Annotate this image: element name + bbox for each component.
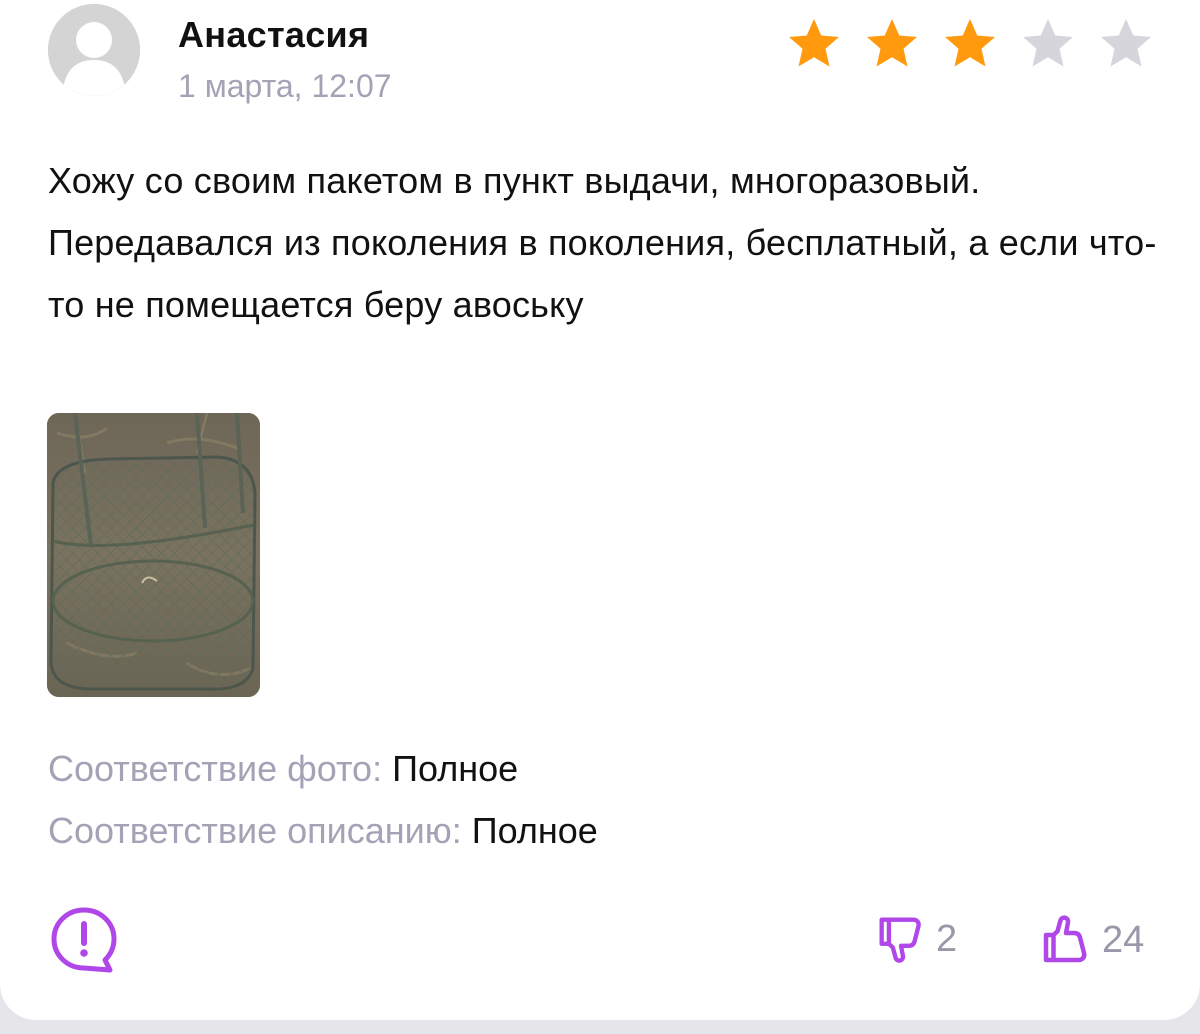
star-icon bbox=[860, 14, 924, 74]
attribute-label: Соответствие фото: bbox=[48, 748, 383, 789]
dislike-count: 2 bbox=[936, 917, 958, 960]
report-button[interactable] bbox=[48, 904, 120, 976]
thumb-down-icon bbox=[879, 917, 921, 963]
photo-match-attribute: Соответствие фото: Полное bbox=[48, 748, 518, 790]
review-text: Хожу со своим пакетом в пункт выдачи, мн… bbox=[48, 160, 1157, 325]
star-icon bbox=[782, 14, 846, 74]
review-date: 1 марта, 12:07 bbox=[178, 68, 392, 104]
attribute-value: Полное bbox=[392, 748, 519, 789]
author-name: Анастасия bbox=[178, 14, 370, 55]
star-icon bbox=[938, 14, 1002, 74]
review-photo[interactable] bbox=[47, 413, 260, 697]
attribute-label: Соответствие описанию: bbox=[48, 810, 462, 851]
star-rating bbox=[782, 14, 1158, 74]
thumb-up-icon bbox=[1043, 915, 1087, 963]
attribute-value: Полное bbox=[471, 810, 598, 851]
report-bubble-icon bbox=[51, 907, 117, 973]
description-match-attribute: Соответствие описанию: Полное bbox=[48, 810, 598, 852]
user-placeholder-icon bbox=[48, 4, 140, 96]
review-card: Анастасия 1 марта, 12:07 Хожу со своим п… bbox=[0, 0, 1200, 1020]
star-icon bbox=[1094, 14, 1158, 74]
like-count: 24 bbox=[1102, 918, 1145, 961]
dislike-button[interactable]: 2 bbox=[872, 910, 957, 968]
like-button[interactable]: 24 bbox=[1036, 910, 1144, 970]
avatar bbox=[48, 4, 140, 96]
star-icon bbox=[1016, 14, 1080, 74]
